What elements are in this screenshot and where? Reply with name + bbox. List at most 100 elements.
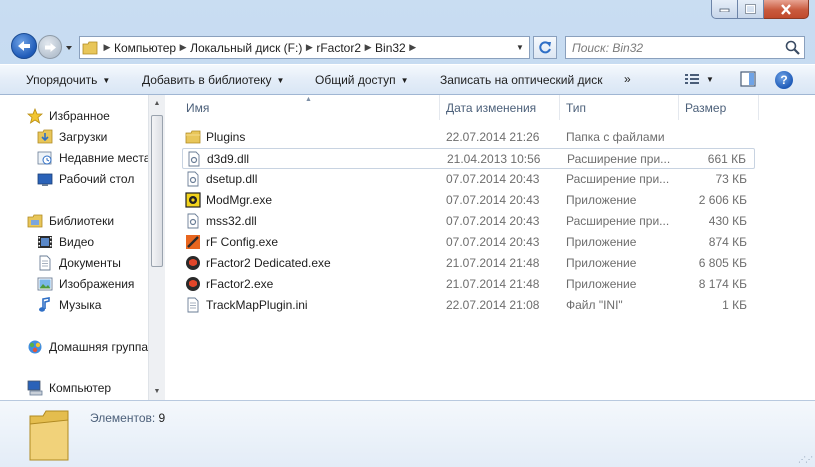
share-button[interactable]: Общий доступ ▼ bbox=[315, 73, 409, 87]
add-to-library-label: Добавить в библиотеку bbox=[142, 73, 272, 87]
file-name: Plugins bbox=[206, 130, 246, 144]
sidebar-item-computer[interactable]: Компьютер bbox=[27, 378, 111, 398]
item-count-label: Элементов: bbox=[90, 411, 156, 425]
column-header-label: Имя bbox=[186, 100, 210, 115]
refresh-button[interactable] bbox=[533, 36, 557, 59]
share-label: Общий доступ bbox=[315, 73, 396, 87]
file-row[interactable]: Plugins 22.07.2014 21:26 Папка с файлами bbox=[182, 127, 755, 148]
maximize-button[interactable] bbox=[738, 0, 764, 19]
search-icon[interactable] bbox=[785, 40, 800, 58]
file-row[interactable]: rFactor2 Dedicated.exe 21.07.2014 21:48 … bbox=[182, 253, 755, 274]
column-header-date[interactable]: Дата изменения bbox=[440, 95, 560, 120]
rfactor2-app-icon bbox=[185, 276, 201, 292]
rfactor2-app-icon bbox=[185, 255, 201, 271]
column-header-type[interactable]: Тип bbox=[560, 95, 679, 120]
sidebar-item-music[interactable]: Музыка bbox=[37, 295, 101, 315]
navigation-pane: Избранное Загрузки Недавние места Рабочи… bbox=[0, 95, 165, 400]
file-size: 6 805 КБ bbox=[698, 256, 747, 270]
forward-button[interactable] bbox=[38, 35, 62, 59]
sidebar-item-homegroup[interactable]: Домашняя группа bbox=[27, 337, 148, 357]
file-type: Папка с файлами bbox=[566, 130, 665, 144]
back-button[interactable] bbox=[11, 33, 37, 59]
file-row[interactable]: dsetup.dll 07.07.2014 20:43 Расширение п… bbox=[182, 169, 755, 190]
minimize-button[interactable] bbox=[711, 0, 738, 19]
more-commands-button[interactable]: » bbox=[624, 72, 631, 86]
column-header-size[interactable]: Размер bbox=[679, 95, 759, 120]
preview-pane-button[interactable] bbox=[740, 71, 756, 90]
search-input[interactable]: Поиск: Bin32 bbox=[565, 36, 805, 59]
file-date: 07.07.2014 20:43 bbox=[446, 235, 540, 249]
dll-file-icon bbox=[185, 171, 201, 187]
sidebar-item-favorites[interactable]: Избранное bbox=[27, 106, 110, 126]
burn-label: Записать на оптический диск bbox=[440, 73, 603, 87]
breadcrumb-chevron-icon[interactable]: ▶ bbox=[100, 42, 114, 53]
scrollbar-thumb[interactable] bbox=[151, 115, 163, 267]
navigation-pane-scrollbar[interactable]: ▲ ▼ bbox=[148, 95, 165, 400]
breadcrumb-item[interactable]: Bin32 bbox=[375, 41, 406, 55]
file-name: ModMgr.exe bbox=[206, 193, 273, 207]
chevron-down-icon: ▼ bbox=[516, 43, 524, 52]
breadcrumb-item[interactable]: Компьютер bbox=[114, 41, 176, 55]
file-row[interactable]: rFactor2.exe 21.07.2014 21:48 Приложение… bbox=[182, 274, 755, 295]
sidebar-item-label: Музыка bbox=[59, 298, 102, 312]
chevron-down-icon bbox=[66, 46, 72, 50]
breadcrumb: ▶ Компьютер ▶ Локальный диск (F:) ▶ rFac… bbox=[100, 37, 420, 58]
file-row[interactable]: TrackMapPlugin.ini 22.07.2014 21:08 Файл… bbox=[182, 295, 755, 316]
scroll-down-icon[interactable]: ▼ bbox=[149, 383, 165, 400]
downloads-folder-icon bbox=[37, 129, 53, 145]
file-size: 2 606 КБ bbox=[698, 193, 747, 207]
file-name: TrackMapPlugin.ini bbox=[206, 298, 308, 312]
file-size: 874 КБ bbox=[708, 235, 747, 249]
breadcrumb-chevron-icon[interactable]: ▶ bbox=[361, 42, 375, 53]
file-row[interactable]: d3d9.dll 21.04.2013 10:56 Расширение при… bbox=[182, 148, 755, 169]
explorer-window: ▶ Компьютер ▶ Локальный диск (F:) ▶ rFac… bbox=[0, 0, 815, 467]
command-bar: Упорядочить ▼ Добавить в библиотеку ▼ Общи… bbox=[0, 64, 815, 95]
file-size: 661 КБ bbox=[707, 152, 746, 166]
file-row[interactable]: mss32.dll 07.07.2014 20:43 Расширение пр… bbox=[182, 211, 755, 232]
file-type: Приложение bbox=[566, 235, 637, 249]
address-bar[interactable]: ▶ Компьютер ▶ Локальный диск (F:) ▶ rFac… bbox=[79, 36, 530, 59]
sidebar-item-images[interactable]: Изображения bbox=[37, 274, 134, 294]
sidebar-item-video[interactable]: Видео bbox=[37, 232, 94, 252]
sidebar-item-recent-places[interactable]: Недавние места bbox=[37, 148, 150, 168]
details-pane: Элементов: 9 ⋰⋰ bbox=[0, 400, 815, 467]
file-date: 21.07.2014 21:48 bbox=[446, 277, 540, 291]
chevron-down-icon: ▼ bbox=[276, 76, 285, 85]
breadcrumb-chevron-icon[interactable]: ▶ bbox=[302, 42, 316, 53]
scroll-up-icon[interactable]: ▲ bbox=[149, 95, 165, 112]
view-list-icon bbox=[685, 74, 699, 84]
recent-pages-dropdown[interactable] bbox=[64, 42, 74, 52]
sidebar-item-label: Документы bbox=[59, 256, 121, 270]
add-to-library-button[interactable]: Добавить в библиотеку ▼ bbox=[142, 73, 284, 87]
maximize-icon bbox=[745, 4, 756, 14]
dll-file-icon bbox=[186, 151, 202, 167]
change-view-button[interactable]: ▼ bbox=[684, 72, 714, 86]
minimize-icon bbox=[719, 8, 730, 12]
dll-file-icon bbox=[185, 213, 201, 229]
sidebar-item-documents[interactable]: Документы bbox=[37, 253, 121, 273]
breadcrumb-chevron-icon[interactable]: ▶ bbox=[176, 42, 190, 53]
breadcrumb-chevron-icon[interactable]: ▶ bbox=[406, 42, 420, 53]
sidebar-item-desktop[interactable]: Рабочий стол bbox=[37, 169, 134, 189]
breadcrumb-item[interactable]: rFactor2 bbox=[316, 41, 361, 55]
file-name: rFactor2.exe bbox=[206, 277, 274, 291]
column-header-label: Размер bbox=[685, 100, 727, 115]
title-bar bbox=[0, 0, 815, 28]
help-button[interactable]: ? bbox=[775, 71, 793, 89]
file-row[interactable]: rF Config.exe 07.07.2014 20:43 Приложени… bbox=[182, 232, 755, 253]
organize-button[interactable]: Упорядочить ▼ bbox=[26, 73, 110, 87]
item-count: Элементов: 9 bbox=[90, 411, 165, 425]
resize-grip-icon[interactable]: ⋰⋰ bbox=[798, 455, 813, 464]
address-dropdown-button[interactable]: ▼ bbox=[511, 37, 529, 58]
organize-label: Упорядочить bbox=[26, 73, 98, 87]
arrow-left-icon bbox=[18, 41, 30, 51]
close-button[interactable] bbox=[764, 0, 809, 19]
pane-splitter[interactable] bbox=[165, 95, 173, 400]
breadcrumb-item[interactable]: Локальный диск (F:) bbox=[190, 41, 302, 55]
sidebar-item-label: Рабочий стол bbox=[59, 172, 135, 186]
burn-button[interactable]: Записать на оптический диск bbox=[440, 73, 603, 87]
sidebar-item-downloads[interactable]: Загрузки bbox=[37, 127, 107, 147]
file-row[interactable]: ModMgr.exe 07.07.2014 20:43 Приложение 2… bbox=[182, 190, 755, 211]
search-placeholder: Поиск: Bin32 bbox=[572, 40, 644, 55]
sidebar-item-libraries[interactable]: Библиотеки bbox=[27, 211, 114, 231]
